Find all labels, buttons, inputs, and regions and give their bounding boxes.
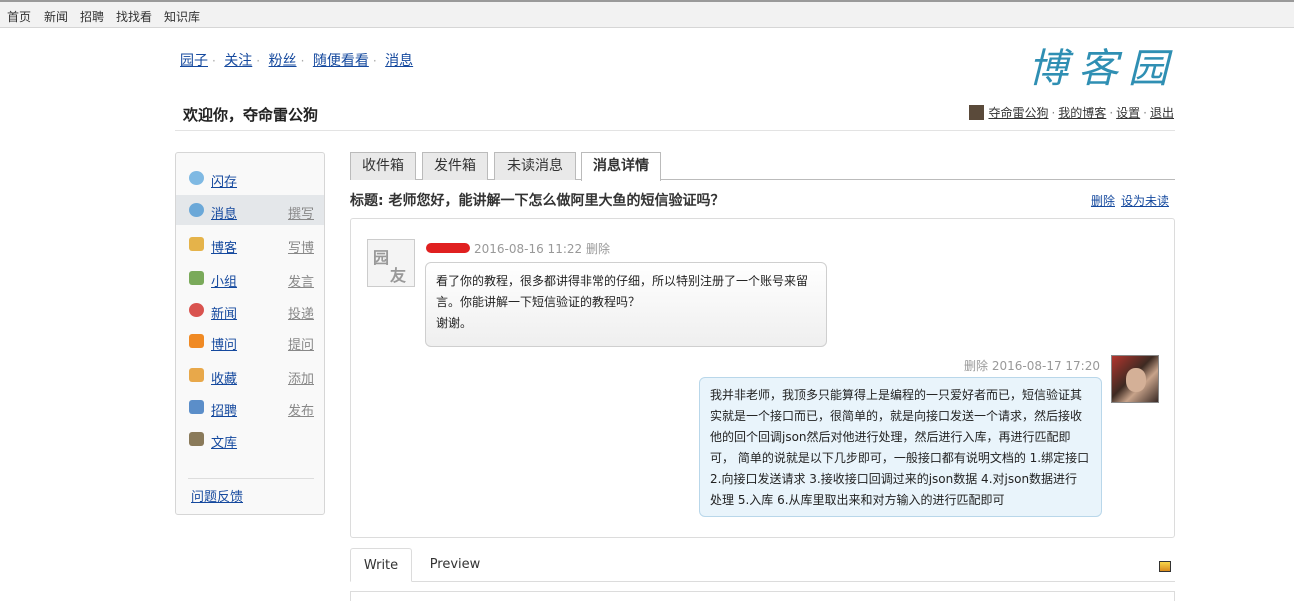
message-time: 2016-08-16 11:22 <box>474 242 583 256</box>
subject-actions: 删除 设为未读 <box>1085 192 1169 209</box>
sidebar-divider <box>188 478 314 479</box>
main-nav: 园子 · 关注 · 粉丝 · 随便看看 · 消息 <box>180 50 417 70</box>
redacted-username <box>426 243 470 253</box>
sidebar-item-messages[interactable]: 消息 撰写 <box>176 195 324 225</box>
tab-unread[interactable]: 未读消息 <box>494 152 576 180</box>
message-bubble-received: 看了你的教程，很多都讲得非常的仔细，所以特别注册了一个账号来留 言。你能讲解一下… <box>425 262 827 347</box>
sidebar-item-action[interactable]: 投递 <box>288 303 314 322</box>
sidebar-item-news[interactable]: 新闻 投递 <box>176 295 324 325</box>
topbar-link-home[interactable]: 首页 <box>7 8 31 25</box>
sidebar-item-jobs[interactable]: 招聘 发布 <box>176 392 324 422</box>
message-thread: 园 友 2016-08-16 11:22 删除 看了你的教程，很多都讲得非常的仔… <box>350 218 1175 538</box>
user-menu: 夺命雷公狗 · 我的博客 · 设置 · 退出 <box>969 104 1174 121</box>
message-bubble-sent: 我并非老师，我顶多只能算得上是编程的一只爱好者而已，短信验证其 实就是一个接口而… <box>699 377 1102 517</box>
nav-separator: · <box>256 54 261 68</box>
reply-time: 2016-08-17 17:20 <box>991 359 1100 373</box>
pencil-icon <box>189 237 204 251</box>
user-avatar[interactable] <box>1111 355 1159 403</box>
welcome-title: 欢迎你，夺命雷公狗 <box>183 106 319 124</box>
feedback-link[interactable]: 问题反馈 <box>191 486 243 505</box>
delete-reply-link[interactable]: 删除 <box>586 242 610 256</box>
sidebar-item-action[interactable]: 发布 <box>288 400 314 419</box>
sidebar-item-library[interactable]: 文库 <box>176 424 324 454</box>
sidebar-item-label[interactable]: 闪存 <box>211 171 237 190</box>
tab-outbox[interactable]: 发件箱 <box>422 152 488 180</box>
logout-link[interactable]: 退出 <box>1150 106 1174 120</box>
sidebar-item-question[interactable]: 博问 提问 <box>176 326 324 356</box>
sidebar-item-label[interactable]: 招聘 <box>211 400 237 419</box>
delete-reply-link[interactable]: 删除 <box>964 359 988 373</box>
topbar-link-search[interactable]: 找找看 <box>116 8 152 25</box>
sidebar-item-action[interactable]: 发言 <box>288 271 314 290</box>
sidebar-item-label[interactable]: 小组 <box>211 271 237 290</box>
message-subject: 标题: 老师您好，能讲解一下怎么做阿里大鱼的短信验证吗？ <box>350 193 725 209</box>
tab-write[interactable]: Write <box>350 548 412 582</box>
sidebar-item-label[interactable]: 新闻 <box>211 303 237 322</box>
sidebar-item-action[interactable]: 写博 <box>288 237 314 256</box>
sidebar-item-action[interactable]: 提问 <box>288 334 314 353</box>
reply-editor[interactable] <box>350 591 1175 601</box>
mark-unread-link[interactable]: 设为未读 <box>1121 194 1169 208</box>
message-meta: 2016-08-16 11:22 删除 <box>426 240 610 257</box>
sidebar-item-favorites[interactable]: 收藏 添加 <box>176 360 324 390</box>
tab-message-detail[interactable]: 消息详情 <box>581 152 661 181</box>
sidebar-item-label[interactable]: 收藏 <box>211 368 237 387</box>
topbar-link-kb[interactable]: 知识库 <box>164 8 200 25</box>
header-divider <box>175 130 1175 131</box>
sidebar-item-label[interactable]: 消息 <box>211 203 237 222</box>
folder-icon <box>189 368 204 382</box>
person-icon <box>189 400 204 414</box>
site-logo[interactable]: 博客园 <box>1028 36 1178 94</box>
nav-link-garden[interactable]: 园子 <box>180 53 208 69</box>
sidebar: 闪存 消息 撰写 博客 写博 小组 发言 新闻 投递 博问 提问 收藏 添加 招… <box>175 152 325 515</box>
insert-image-icon[interactable] <box>1159 561 1171 572</box>
topbar-link-news[interactable]: 新闻 <box>44 8 68 25</box>
sidebar-item-flash[interactable]: 闪存 <box>176 163 324 193</box>
editor-tabs: Write Preview <box>350 548 1175 582</box>
settings-link[interactable]: 设置 <box>1116 106 1140 120</box>
tab-inbox[interactable]: 收件箱 <box>350 152 416 180</box>
sidebar-item-action[interactable]: 添加 <box>288 368 314 387</box>
tab-preview[interactable]: Preview <box>420 548 490 582</box>
flash-icon <box>189 171 204 185</box>
my-blog-link[interactable]: 我的博客 <box>1058 106 1106 120</box>
sidebar-item-label[interactable]: 博问 <box>211 334 237 353</box>
nav-link-fans[interactable]: 粉丝 <box>269 53 297 69</box>
user-avatar-small[interactable] <box>969 105 985 120</box>
topbar-link-jobs[interactable]: 招聘 <box>80 8 104 25</box>
news-icon <box>189 303 204 317</box>
message-tabs: 收件箱 发件箱 未读消息 消息详情 <box>350 152 1175 181</box>
username-link[interactable]: 夺命雷公狗 <box>988 106 1048 120</box>
sidebar-item-blog[interactable]: 博客 写博 <box>176 229 324 259</box>
nav-separator: · <box>372 54 377 68</box>
sender-avatar[interactable]: 园 友 <box>367 239 415 287</box>
top-bar: 首页 新闻 招聘 找找看 知识库 <box>0 0 1294 28</box>
nav-separator: · <box>212 54 216 68</box>
nav-link-follow[interactable]: 关注 <box>224 53 252 69</box>
nav-link-messages[interactable]: 消息 <box>385 53 413 69</box>
delete-message-link[interactable]: 删除 <box>1091 194 1115 208</box>
question-icon <box>189 334 204 348</box>
reply-meta: 删除 2016-08-17 17:20 <box>964 357 1100 374</box>
nav-link-browse[interactable]: 随便看看 <box>313 53 369 69</box>
message-icon <box>189 203 204 217</box>
sidebar-item-action[interactable]: 撰写 <box>288 203 314 222</box>
nav-separator: · <box>300 54 305 68</box>
sidebar-item-group[interactable]: 小组 发言 <box>176 263 324 293</box>
book-icon <box>189 432 204 446</box>
sidebar-item-label[interactable]: 博客 <box>211 237 237 256</box>
group-icon <box>189 271 204 285</box>
sidebar-item-label[interactable]: 文库 <box>211 432 237 451</box>
